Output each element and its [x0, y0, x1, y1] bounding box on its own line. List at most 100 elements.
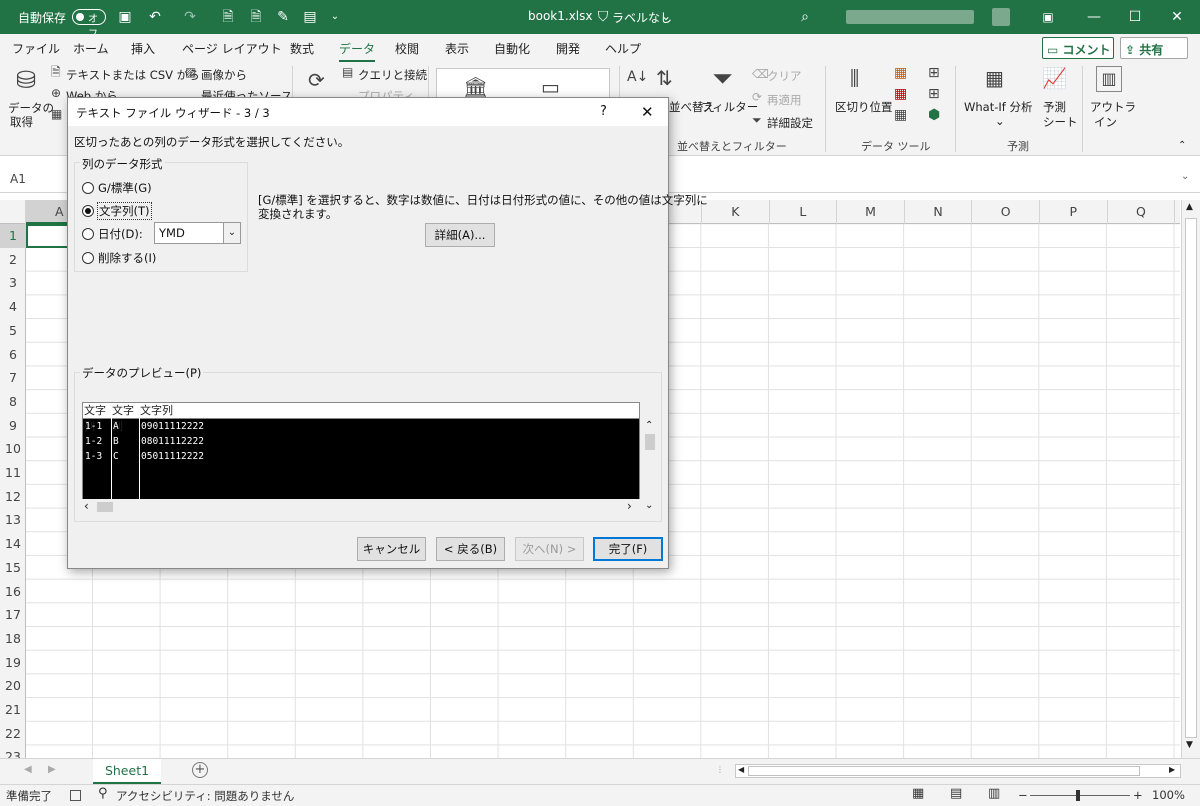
brush-icon[interactable]: ✎: [274, 8, 292, 26]
name-box[interactable]: A1: [4, 169, 54, 191]
form-icon[interactable]: ▤: [301, 8, 319, 26]
reapply-button[interactable]: 再適用: [767, 92, 802, 108]
radio-skip-label[interactable]: 削除する(I): [98, 250, 156, 266]
menu-insert[interactable]: 挿入: [131, 40, 155, 57]
scroll-down-icon[interactable]: ▼: [1186, 740, 1193, 750]
close-icon[interactable]: ✕: [1166, 6, 1188, 28]
undo-icon[interactable]: ↶: [146, 8, 164, 26]
row-header-6[interactable]: 6: [0, 343, 26, 367]
advanced-button[interactable]: 詳細(A)...: [425, 223, 495, 247]
cancel-button[interactable]: キャンセル: [357, 537, 426, 561]
queries-connections-button[interactable]: クエリと接続: [358, 67, 427, 83]
menu-review[interactable]: 校閲: [395, 40, 419, 57]
zoom-in-button[interactable]: +: [1133, 788, 1143, 802]
row-header-5[interactable]: 5: [0, 319, 26, 343]
forecast-label-2[interactable]: シート: [1043, 114, 1078, 130]
row-header-1[interactable]: 1: [0, 224, 26, 248]
row-header-17[interactable]: 17: [0, 603, 26, 627]
outline-label-2[interactable]: イン: [1094, 114, 1117, 130]
horizontal-scrollbar[interactable]: ◀ ▶: [735, 764, 1181, 778]
data-preview[interactable]: 文字列 文字列 文字列 1-1 A 09011112222 1-2 B 0801…: [82, 402, 640, 513]
preview-hscroll-thumb[interactable]: [97, 502, 113, 512]
minimize-icon[interactable]: —: [1083, 6, 1105, 28]
refresh-icon[interactable]: ⟳: [308, 70, 325, 90]
redo-icon[interactable]: ↷: [181, 8, 199, 26]
tab-split-handle[interactable]: ⋮: [716, 765, 724, 774]
sheet-tab-sheet1[interactable]: Sheet1: [93, 759, 161, 784]
get-data-label-2[interactable]: 取得: [10, 114, 33, 130]
radio-general-label[interactable]: G/標準(G): [98, 180, 152, 196]
preview-vscroll[interactable]: ⌃ ⌄: [641, 418, 659, 514]
whatif-chevron-icon[interactable]: ⌄: [995, 114, 1005, 128]
comment-button[interactable]: ▭ コメント: [1042, 37, 1114, 59]
finish-button[interactable]: 完了(F): [593, 537, 663, 561]
scroll-right-icon[interactable]: ▶: [1169, 765, 1175, 774]
normal-view-icon[interactable]: ▦: [912, 786, 924, 801]
column-header-q[interactable]: Q: [1108, 200, 1176, 224]
prev-sheet-icon[interactable]: ◀: [24, 764, 32, 775]
preview-header-3[interactable]: 文字列: [140, 403, 173, 419]
filter-icon[interactable]: ⏷: [712, 66, 733, 92]
forecast-icon[interactable]: 📈: [1042, 68, 1067, 88]
remove-duplicates-icon[interactable]: ▦: [894, 87, 907, 101]
scroll-up-icon[interactable]: ⌃: [645, 420, 653, 431]
zoom-level[interactable]: 100%: [1152, 788, 1185, 802]
scroll-up-icon[interactable]: ▲: [1186, 202, 1193, 212]
scroll-thumb[interactable]: [1185, 218, 1197, 738]
customize-qat-icon[interactable]: ⌄: [326, 8, 344, 26]
expand-formula-icon[interactable]: ⌄: [1181, 171, 1189, 182]
relationships-icon[interactable]: ⊞: [928, 87, 940, 101]
avatar[interactable]: [992, 8, 1010, 26]
radio-date-label[interactable]: 日付(D):: [98, 226, 143, 242]
search-icon[interactable]: ⌕: [796, 8, 814, 26]
column-header-l[interactable]: L: [770, 200, 838, 224]
page-break-view-icon[interactable]: ▥: [988, 786, 1000, 801]
accessibility-status[interactable]: アクセシビリティ: 問題ありません: [116, 788, 294, 804]
zoom-slider-thumb[interactable]: [1076, 790, 1080, 801]
whatif-icon[interactable]: ▦: [985, 68, 1004, 88]
column-header-p[interactable]: P: [1040, 200, 1108, 224]
data-validation-icon[interactable]: ▦: [894, 108, 907, 122]
share-button[interactable]: ⇪ 共有: [1120, 37, 1188, 59]
help-button[interactable]: ?: [600, 104, 607, 119]
row-header-12[interactable]: 12: [0, 485, 26, 509]
column-header-m[interactable]: M: [837, 200, 905, 224]
next-sheet-icon[interactable]: ▶: [48, 764, 56, 775]
scroll-right-icon[interactable]: ›: [627, 499, 632, 513]
radio-text-label[interactable]: 文字列(T): [97, 202, 152, 220]
radio-general[interactable]: [82, 182, 94, 194]
advanced-filter-button[interactable]: 詳細設定: [767, 115, 813, 131]
forecast-label-1[interactable]: 予測: [1043, 99, 1066, 115]
hscroll-thumb[interactable]: [748, 766, 1140, 776]
vertical-scrollbar[interactable]: ▲ ▼: [1181, 200, 1200, 758]
menu-data[interactable]: データ: [339, 40, 376, 62]
menu-automate[interactable]: 自動化: [494, 40, 530, 57]
ribbon-display-icon[interactable]: ▣: [1037, 6, 1059, 28]
row-header-3[interactable]: 3: [0, 271, 26, 295]
data-model-icon[interactable]: ⬢: [928, 108, 940, 122]
radio-text[interactable]: [82, 205, 94, 217]
outline-label-1[interactable]: アウトラ: [1090, 99, 1136, 115]
radio-skip[interactable]: [82, 252, 94, 264]
menu-formulas[interactable]: 数式: [290, 40, 314, 57]
page-layout-view-icon[interactable]: ▤: [950, 786, 962, 801]
save-icon[interactable]: ▣: [116, 8, 134, 26]
column-header-k[interactable]: K: [702, 200, 770, 224]
menu-help[interactable]: ヘルプ: [605, 40, 641, 57]
zoom-out-button[interactable]: −: [1018, 788, 1028, 802]
menu-developer[interactable]: 開発: [556, 40, 580, 57]
row-header-10[interactable]: 10: [0, 437, 26, 461]
row-header-18[interactable]: 18: [0, 627, 26, 651]
text-to-columns-icon[interactable]: ⫼: [850, 68, 859, 88]
row-header-11[interactable]: 11: [0, 461, 26, 485]
text-to-columns-button[interactable]: 区切り位置: [835, 99, 893, 115]
row-header-8[interactable]: 8: [0, 390, 26, 414]
menu-home[interactable]: ホーム: [73, 40, 109, 57]
file-edit-icon[interactable]: 🗎: [247, 8, 265, 26]
add-sheet-icon[interactable]: +: [192, 762, 208, 778]
macro-record-icon[interactable]: [70, 790, 81, 801]
row-header-21[interactable]: 21: [0, 698, 26, 722]
row-header-20[interactable]: 20: [0, 674, 26, 698]
sort-az-icon[interactable]: A↓: [627, 70, 648, 84]
flash-fill-icon[interactable]: ▦: [894, 66, 907, 80]
